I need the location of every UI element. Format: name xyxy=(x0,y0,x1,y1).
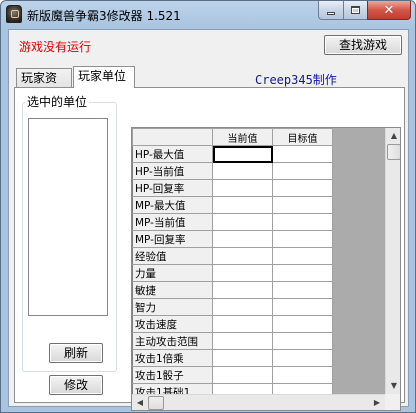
table-row: MP-回复率 xyxy=(132,230,333,248)
maximize-button[interactable] xyxy=(343,1,368,20)
selected-units-list[interactable] xyxy=(28,118,108,316)
selected-units-label: 选中的单位 xyxy=(25,93,90,110)
arrow-up-icon[interactable]: ▲ xyxy=(386,128,400,144)
current-value-cell[interactable] xyxy=(212,332,273,350)
client-area: 游戏没有运行 查找游戏 玩家资源 玩家单位 Creep345制作 选中的单位 刷… xyxy=(8,29,409,411)
scroll-corner xyxy=(385,394,400,410)
target-value-cell[interactable] xyxy=(272,332,333,350)
table-row: HP-回复率 xyxy=(132,179,333,197)
modify-button[interactable]: 修改 xyxy=(49,375,103,395)
target-value-cell[interactable] xyxy=(272,366,333,384)
row-header: MP-当前值 xyxy=(132,213,213,231)
target-value-cell[interactable] xyxy=(272,247,333,265)
arrow-right-icon[interactable]: ▶ xyxy=(369,395,385,410)
unit-attributes-grid[interactable]: 当前值 目标值 HP-最大值 HP-当前值 HP-回复率 MP-最大值 MP-当前值 MP-回… xyxy=(131,127,401,411)
table-row: HP-当前值 xyxy=(132,162,333,180)
row-header: MP-回复率 xyxy=(132,230,213,248)
row-header: 智力 xyxy=(132,298,213,316)
minimize-icon xyxy=(327,11,335,15)
status-text: 游戏没有运行 xyxy=(19,40,92,54)
current-value-cell[interactable] xyxy=(212,298,273,316)
table-row: 经验值 xyxy=(132,247,333,265)
table-row: MP-当前值 xyxy=(132,213,333,231)
current-value-cell[interactable] xyxy=(212,264,273,282)
tab-page-units: 选中的单位 刷新 修改 当前值 目标值 HP-最大值 HP-当前值 HP-回复率 MP-最… xyxy=(14,87,405,411)
current-value-cell[interactable] xyxy=(212,366,273,384)
credit-label: Creep345制作 xyxy=(255,73,337,87)
refresh-button[interactable]: 刷新 xyxy=(49,343,103,363)
horizontal-scrollbar[interactable]: ◀ ▶ xyxy=(132,394,385,410)
row-header: HP-回复率 xyxy=(132,179,213,197)
horizontal-scroll-thumb[interactable] xyxy=(148,396,164,410)
row-header: 攻击速度 xyxy=(132,315,213,333)
table-row: MP-最大值 xyxy=(132,196,333,214)
maximize-icon xyxy=(351,6,360,14)
row-header: MP-最大值 xyxy=(132,196,213,214)
target-value-cell[interactable] xyxy=(272,145,333,163)
find-game-button[interactable]: 查找游戏 xyxy=(324,35,402,55)
table-row: 力量 xyxy=(132,264,333,282)
target-value-cell[interactable] xyxy=(272,179,333,197)
target-value-cell[interactable] xyxy=(272,264,333,282)
current-value-cell[interactable] xyxy=(212,349,273,367)
target-value-cell[interactable] xyxy=(272,281,333,299)
table-row: 攻击1骰子 xyxy=(132,366,333,384)
tab-player-resources[interactable]: 玩家资源 xyxy=(16,68,72,104)
row-header: 主动攻击范围 xyxy=(132,332,213,350)
target-value-cell[interactable] xyxy=(272,196,333,214)
attributes-table: 当前值 目标值 HP-最大值 HP-当前值 HP-回复率 MP-最大值 MP-当前值 MP-回… xyxy=(132,128,333,401)
target-value-cell[interactable] xyxy=(272,349,333,367)
target-value-cell[interactable] xyxy=(272,162,333,180)
arrow-down-icon[interactable]: ▼ xyxy=(386,378,400,394)
current-value-cell[interactable] xyxy=(212,247,273,265)
current-value-cell[interactable] xyxy=(212,162,273,180)
title-bar[interactable]: 新版魔兽争霸3修改器 1.521 ✕ xyxy=(1,1,415,29)
current-value-cell[interactable] xyxy=(212,145,273,163)
row-header: 经验值 xyxy=(132,247,213,265)
table-row: 敏捷 xyxy=(132,281,333,299)
window-title: 新版魔兽争霸3修改器 1.521 xyxy=(27,9,181,23)
column-header: 当前值 xyxy=(212,128,273,146)
column-header: 目标值 xyxy=(272,128,333,146)
table-row: HP-最大值 xyxy=(132,145,333,163)
vertical-scroll-thumb[interactable] xyxy=(387,144,400,160)
row-header: 敏捷 xyxy=(132,281,213,299)
target-value-cell[interactable] xyxy=(272,298,333,316)
row-header: 攻击1倍乘 xyxy=(132,349,213,367)
row-header: 力量 xyxy=(132,264,213,282)
table-row: 攻击1倍乘 xyxy=(132,349,333,367)
warcraft-app-icon xyxy=(6,5,22,23)
row-header: HP-最大值 xyxy=(132,145,213,163)
target-value-cell[interactable] xyxy=(272,230,333,248)
main-window: 新版魔兽争霸3修改器 1.521 ✕ 游戏没有运行 查找游戏 玩家资源 玩家单位… xyxy=(0,0,416,413)
grid-header-row: 当前值 目标值 xyxy=(132,128,333,146)
current-value-cell[interactable] xyxy=(212,179,273,197)
current-value-cell[interactable] xyxy=(212,315,273,333)
vertical-scrollbar[interactable]: ▲ ▼ xyxy=(385,128,400,394)
tab-player-units[interactable]: 玩家单位 xyxy=(73,66,135,88)
current-value-cell[interactable] xyxy=(212,230,273,248)
close-button[interactable]: ✕ xyxy=(367,1,411,20)
row-header: HP-当前值 xyxy=(132,162,213,180)
close-icon: ✕ xyxy=(383,2,395,18)
target-value-cell[interactable] xyxy=(272,315,333,333)
current-value-cell[interactable] xyxy=(212,196,273,214)
row-header: 攻击1骰子 xyxy=(132,366,213,384)
table-row: 攻击速度 xyxy=(132,315,333,333)
minimize-button[interactable] xyxy=(318,1,344,20)
arrow-left-icon[interactable]: ◀ xyxy=(132,395,148,410)
target-value-cell[interactable] xyxy=(272,213,333,231)
grid-corner-cell xyxy=(132,128,213,146)
table-row: 主动攻击范围 xyxy=(132,332,333,350)
current-value-cell[interactable] xyxy=(212,281,273,299)
table-row: 智力 xyxy=(132,298,333,316)
current-value-cell[interactable] xyxy=(212,213,273,231)
